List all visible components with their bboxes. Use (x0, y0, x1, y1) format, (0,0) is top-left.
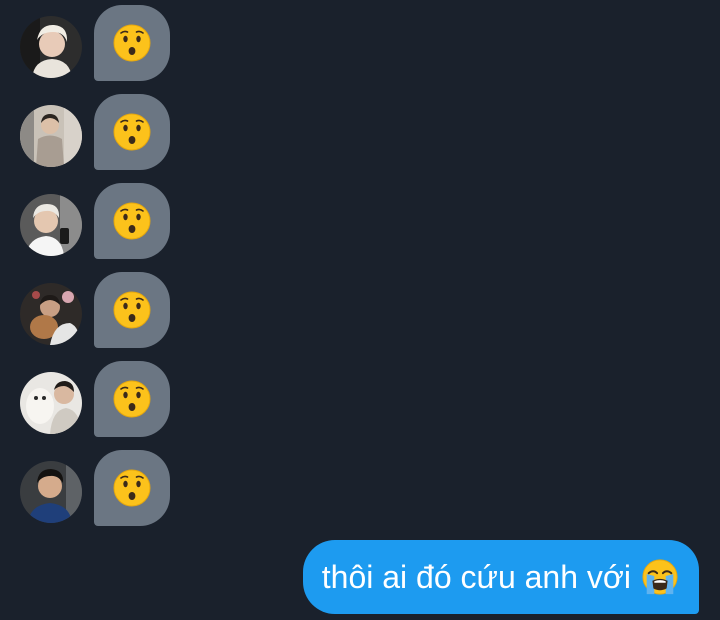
chat-thread: thôi ai đó cứu anh với (0, 0, 720, 620)
hushed-face-emoji-icon (113, 113, 151, 151)
incoming-bubble[interactable] (94, 94, 170, 170)
avatar-photo-icon (20, 105, 82, 167)
incoming-bubble[interactable] (94, 183, 170, 259)
avatar[interactable] (20, 283, 82, 345)
avatar-photo-icon (20, 372, 82, 434)
message-row (20, 5, 170, 81)
avatar-photo-icon (20, 194, 82, 256)
incoming-bubble[interactable] (94, 361, 170, 437)
avatar[interactable] (20, 16, 82, 78)
message-row (20, 450, 170, 526)
avatar[interactable] (20, 372, 82, 434)
hushed-face-emoji-icon (113, 291, 151, 329)
message-row (20, 183, 170, 259)
hushed-face-emoji-icon (113, 202, 151, 240)
message-row (20, 272, 170, 348)
avatar-photo-icon (20, 461, 82, 523)
incoming-bubble[interactable] (94, 272, 170, 348)
avatar[interactable] (20, 461, 82, 523)
avatar[interactable] (20, 105, 82, 167)
avatar-photo-icon (20, 283, 82, 345)
avatar[interactable] (20, 194, 82, 256)
loudly-crying-face-emoji-icon (641, 558, 679, 596)
incoming-bubble[interactable] (94, 5, 170, 81)
hushed-face-emoji-icon (113, 380, 151, 418)
message-row (20, 361, 170, 437)
avatar-photo-icon (20, 16, 82, 78)
hushed-face-emoji-icon (113, 469, 151, 507)
incoming-bubble[interactable] (94, 450, 170, 526)
outgoing-bubble[interactable]: thôi ai đó cứu anh với (302, 540, 699, 614)
message-row (20, 94, 170, 170)
outgoing-message-text: thôi ai đó cứu anh với (321, 558, 631, 595)
hushed-face-emoji-icon (113, 24, 151, 62)
